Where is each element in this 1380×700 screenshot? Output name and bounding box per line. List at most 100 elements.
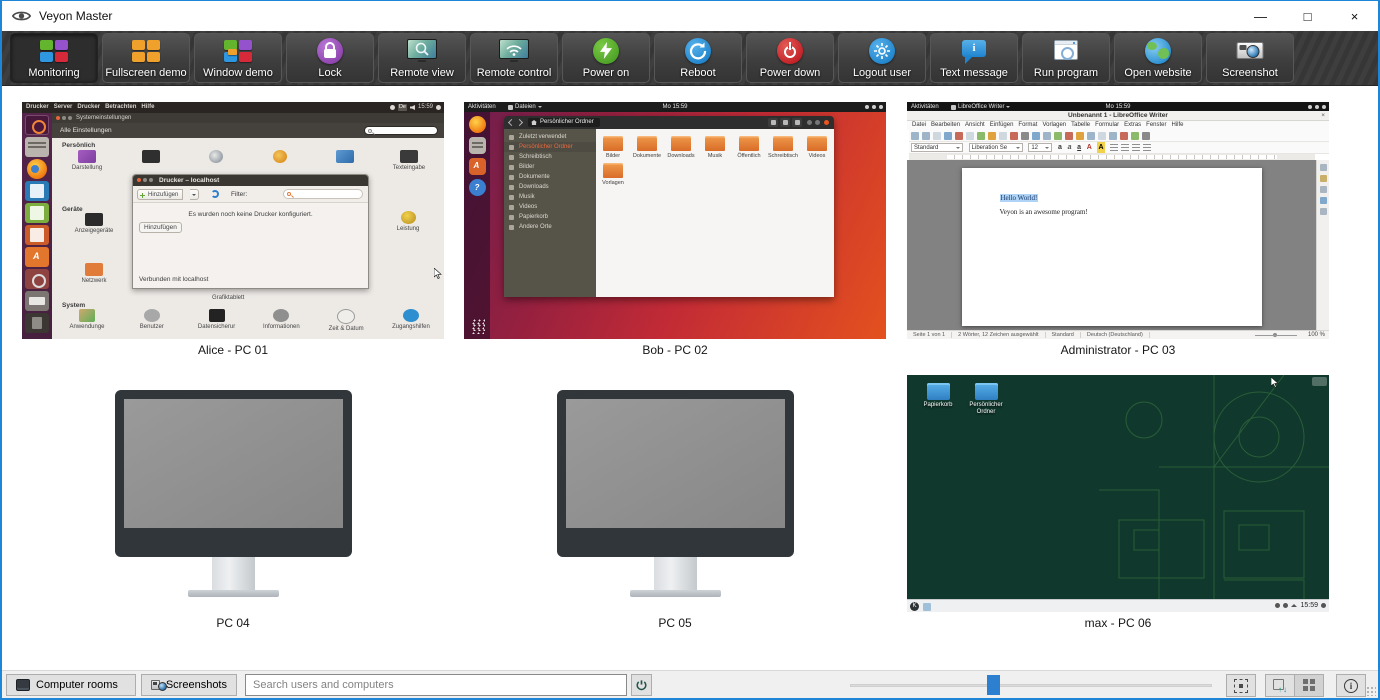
thumbnail-size-slider-track[interactable]: [850, 684, 1212, 687]
pc02-screenshot: Aktivitäten Mo 15:59 Dateien Persönliche…: [464, 102, 886, 339]
close-icon: [824, 120, 829, 125]
computer-label: Alice - PC 01: [22, 343, 444, 357]
computer-thumbnail-alice-pc01[interactable]: DruckerServerDruckerBetrachtenHilfe De 1…: [22, 102, 444, 339]
firefox-icon: [27, 159, 47, 179]
fullscreen-demo-icon: [130, 38, 162, 64]
computer-thumbnail-pc04[interactable]: PC 04: [22, 375, 444, 612]
minimize-button[interactable]: —: [1237, 1, 1284, 31]
pc06-screenshot: Papierkorb Persönlicher Ordner K 15:59: [907, 375, 1329, 612]
computer-label: PC 05: [464, 616, 886, 630]
toolbar-button-reboot[interactable]: Reboot: [654, 33, 742, 83]
about-button[interactable]: i: [1336, 674, 1366, 697]
toolbar-button-text-message[interactable]: i Text message: [930, 33, 1018, 83]
caret-down-icon: [1006, 106, 1010, 110]
n-folder-2: Downloads: [664, 136, 698, 159]
n-folder-0: Bilder: [596, 136, 630, 159]
screenshot-icon: [1237, 42, 1264, 59]
search-icon: [368, 129, 372, 133]
n-item-1: Persönlicher Ordner: [504, 142, 596, 152]
computer-thumbnail-pc05[interactable]: PC 05: [464, 375, 886, 612]
power-controls-toggle-button[interactable]: [631, 674, 652, 696]
screenshots-button[interactable]: Screenshots: [141, 674, 237, 696]
pc06-taskbar: K 15:59: [907, 599, 1329, 612]
toolbar-button-screenshot[interactable]: Screenshot: [1206, 33, 1294, 83]
computer-rooms-icon: [16, 679, 30, 691]
pc01-personal-row: Darstellung Texteingabe: [58, 150, 438, 171]
back-icon: [508, 119, 515, 126]
toolbar-button-power-on[interactable]: Power on: [562, 33, 650, 83]
close-button[interactable]: ×: [1331, 1, 1378, 31]
thumbnail-size-slider-handle[interactable]: [987, 675, 1000, 695]
printer-icon: [25, 291, 49, 311]
pc03-page: Hello World! Veyon is an awesome program…: [962, 168, 1262, 326]
path-button: Persönlicher Ordner: [528, 118, 600, 127]
toolbar-button-remote-control[interactable]: Remote control: [470, 33, 558, 83]
pc03-screenshot: Aktivitäten Mo 15:59 LibreOffice Writer …: [907, 102, 1329, 339]
computer-thumbnail-bob-pc02[interactable]: Aktivitäten Mo 15:59 Dateien Persönliche…: [464, 102, 886, 339]
lo-m-3: Einfügen: [990, 122, 1014, 128]
computer-rooms-button[interactable]: Computer rooms: [6, 674, 136, 696]
resize-grip[interactable]: [1366, 686, 1376, 696]
session-icon: [436, 105, 441, 110]
displays-icon: [85, 213, 103, 226]
power-icon: [401, 211, 416, 224]
n-item-7: Videos: [504, 202, 596, 212]
sys-item-2: Datensicherur: [186, 309, 248, 332]
custom-arrangement-button[interactable]: ↓↑: [1265, 674, 1295, 697]
toolbar-button-remote-view[interactable]: Remote view: [378, 33, 466, 83]
add-printer-button2: Hinzufügen: [139, 222, 182, 233]
toolbar-button-monitoring[interactable]: Monitoring: [10, 33, 98, 83]
align-to-grid-button[interactable]: [1294, 674, 1324, 697]
maximize-button[interactable]: □: [1284, 1, 1331, 31]
lock-icon: [317, 38, 343, 64]
language-icon: [209, 150, 223, 163]
add-printer-dropdown: [190, 189, 199, 200]
u-menu-1: Server: [54, 104, 73, 110]
pc04-offline-monitor: [22, 375, 444, 612]
computer-label: Administrator - PC 03: [907, 343, 1329, 357]
auto-fit-button[interactable]: [1226, 674, 1256, 697]
toolbar-button-open-website[interactable]: Open website: [1114, 33, 1202, 83]
writer-app-icon: [951, 105, 956, 110]
software-icon: [25, 247, 49, 267]
status-icon: [1275, 603, 1280, 608]
toolbar-button-logout-user[interactable]: Logout user: [838, 33, 926, 83]
toolbar-button-run-program[interactable]: Run program: [1022, 33, 1110, 83]
toolbar-button-window-demo[interactable]: Window demo: [194, 33, 282, 83]
n-item-6: Musik: [504, 192, 596, 202]
paragraph-style-combo: Standard: [911, 143, 963, 152]
lo-s-0: Seite 1 von 1: [913, 332, 952, 338]
writer-icon: [25, 181, 49, 201]
lo-m-0: Datei: [912, 122, 926, 128]
veyon-logo-icon: [12, 9, 31, 23]
toolbar-button-fullscreen-demo[interactable]: Fullscreen demo: [102, 33, 190, 83]
remote-control-icon: [499, 39, 529, 59]
files-icon: [25, 137, 49, 157]
toolbar-button-lock[interactable]: Lock: [286, 33, 374, 83]
titlebar[interactable]: Veyon Master — □ ×: [2, 1, 1378, 31]
lo-s-2: Standard: [1052, 332, 1081, 338]
volume-icon: [1283, 603, 1288, 608]
pc02-dock: [464, 112, 490, 339]
computer-thumbnail-max-pc06[interactable]: Papierkorb Persönlicher Ordner K 15:59 m…: [907, 375, 1329, 612]
toolbar-button-power-down[interactable]: Power down: [746, 33, 834, 83]
settings-icon: [25, 269, 49, 289]
align-left-icon: [1110, 144, 1118, 151]
sys-item-5: Zugangshilfen: [380, 309, 442, 332]
pc01-settings-search: [364, 126, 438, 135]
logout-user-icon: [869, 38, 895, 64]
pc01-screenshot: DruckerServerDruckerBetrachtenHilfe De 1…: [22, 102, 444, 339]
pc01-settings-window: Systemeinstellungen Alle Einstellungen P…: [52, 113, 444, 339]
n-item-0: Zuletzt verwendet: [504, 132, 596, 142]
lo-m-4: Format: [1018, 122, 1037, 128]
lo-m-2: Ansicht: [965, 122, 985, 128]
network-icon: [85, 263, 103, 276]
window-title: Veyon Master: [39, 9, 112, 23]
search-input[interactable]: [245, 674, 627, 696]
home-desktop-icon: Persönlicher Ordner: [963, 383, 1009, 416]
pc01-tray: De 15:59: [390, 102, 441, 113]
pc03-sidebar: [1316, 160, 1329, 330]
display-icon: [78, 150, 96, 163]
computer-thumbnail-administrator-pc03[interactable]: Aktivitäten Mo 15:59 LibreOffice Writer …: [907, 102, 1329, 339]
auto-fit-icon: [1234, 679, 1248, 693]
